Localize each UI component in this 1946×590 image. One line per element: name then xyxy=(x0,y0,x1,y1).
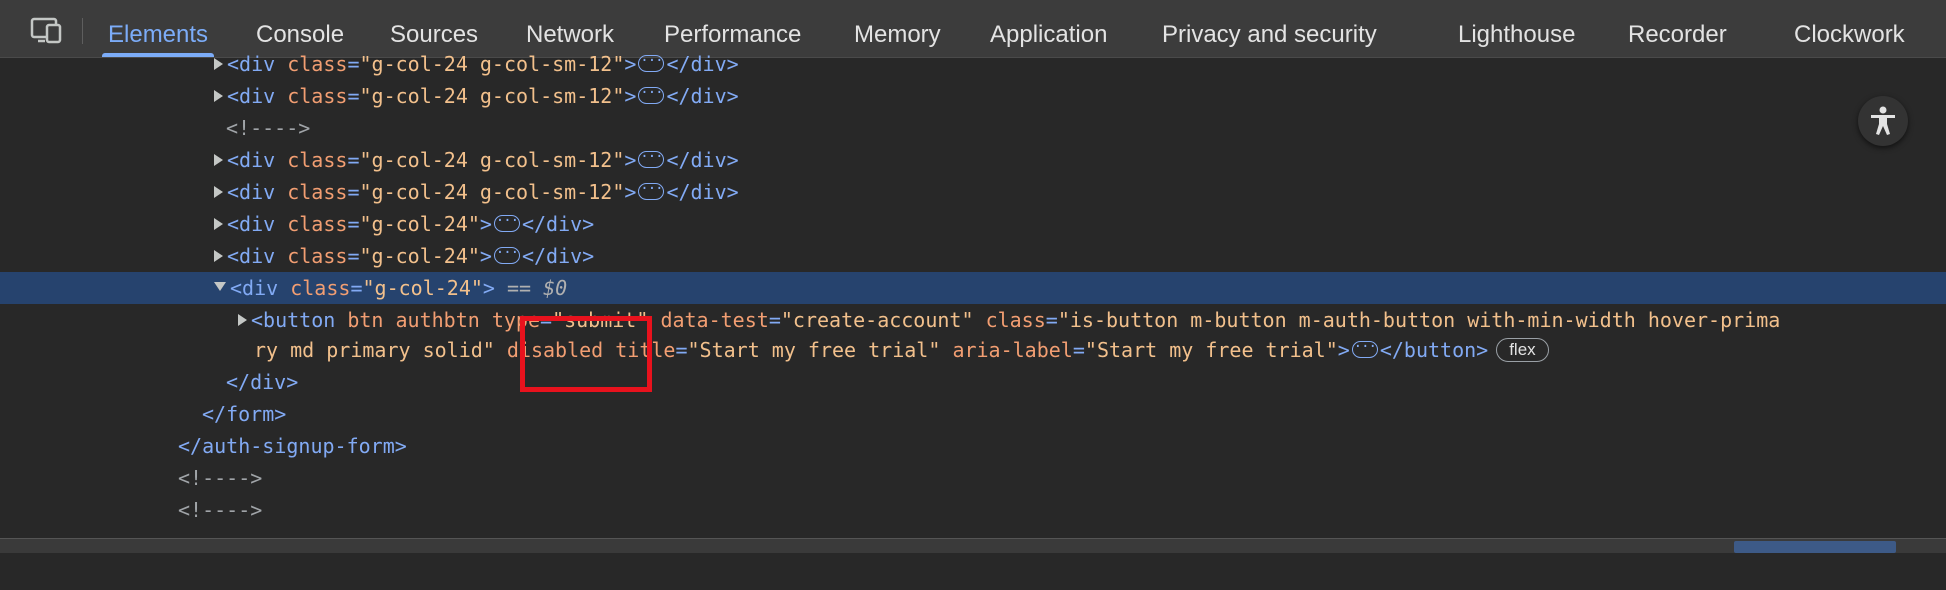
tree-node-row[interactable]: <div class="g-col-24 g-col-sm-12"> ··· </d… xyxy=(0,144,1946,176)
tag-name: <div xyxy=(227,52,276,76)
attribute-value: "g-col-24" xyxy=(359,212,480,236)
scrollbar-thumb[interactable] xyxy=(1734,541,1896,553)
selected-node-marker: == $0 xyxy=(507,276,568,300)
attribute-name: class xyxy=(985,308,1046,332)
closing-tag: </button> xyxy=(1379,338,1489,362)
tree-node-row[interactable]: <div class="g-col-24"> ··· </div> xyxy=(0,240,1946,272)
tag-name: <div xyxy=(230,276,279,300)
tree-comment-row[interactable]: <!----> xyxy=(0,494,1946,526)
tag-name: <button xyxy=(251,308,336,332)
closing-tag: </auth-signup-form> xyxy=(178,434,407,458)
comment-node: <!----> xyxy=(178,466,263,490)
attribute-value: "Start my free trial" xyxy=(687,338,941,362)
flex-badge[interactable]: flex xyxy=(1496,337,1549,362)
tree-node-row[interactable]: </div> xyxy=(0,366,1946,398)
expand-triangle-icon[interactable] xyxy=(214,185,223,198)
attribute-value: ry md primary solid" xyxy=(254,338,495,362)
expand-triangle-icon[interactable] xyxy=(214,89,223,102)
attribute-value: "g-col-24 g-col-sm-12" xyxy=(359,148,625,172)
tree-node-row[interactable]: <div class="g-col-24 g-col-sm-12"> ··· </d… xyxy=(0,80,1946,112)
collapsed-content-icon[interactable]: ··· xyxy=(1351,340,1378,358)
toolbar-divider xyxy=(82,18,83,44)
expand-triangle-icon[interactable] xyxy=(214,217,223,230)
attribute-name: data-test xyxy=(660,308,769,332)
closing-tag: </div> xyxy=(521,244,595,268)
comment-node: <!----> xyxy=(226,116,311,140)
collapsed-content-icon[interactable]: ··· xyxy=(493,214,520,232)
tree-node-row[interactable]: <div class="g-col-24 g-col-sm-12"> ··· </d… xyxy=(0,176,1946,208)
closing-tag: </div> xyxy=(666,148,739,172)
attribute-value: "create-account" xyxy=(780,308,974,332)
tree-node-row[interactable]: </auth-signup-form> xyxy=(0,430,1946,462)
inspect-icon[interactable] xyxy=(0,18,4,48)
attribute-name: class xyxy=(287,148,348,172)
horizontal-scrollbar[interactable] xyxy=(0,538,1946,553)
expand-triangle-icon[interactable] xyxy=(214,249,223,262)
closing-tag: </div> xyxy=(666,180,739,204)
collapsed-content-icon[interactable]: ··· xyxy=(638,54,665,72)
tree-node-row[interactable]: </form> xyxy=(0,398,1946,430)
attribute-value: "g-col-24" xyxy=(359,244,480,268)
elements-tree: <div class="g-col-24 g-col-sm-12"> ··· </d… xyxy=(0,52,1946,538)
attribute-name: class xyxy=(290,276,351,300)
expand-triangle-icon[interactable] xyxy=(238,313,247,326)
attribute-value: "Start my free trial" xyxy=(1084,338,1338,362)
attribute-name: class xyxy=(287,244,348,268)
attribute-value: "g-col-24 g-col-sm-12" xyxy=(359,180,625,204)
closing-tag: </div> xyxy=(666,52,739,76)
attribute-name: aria-label xyxy=(952,338,1073,362)
tree-node-row[interactable]: <div class="g-col-24 g-col-sm-12"> ··· </d… xyxy=(0,48,1946,80)
attribute-value: "g-col-24 g-col-sm-12" xyxy=(359,84,625,108)
tree-comment-row[interactable]: <!----> xyxy=(0,462,1946,494)
collapsed-content-icon[interactable]: ··· xyxy=(638,182,665,200)
device-toolbar-icon[interactable] xyxy=(30,16,64,48)
tree-node-row[interactable]: <div class="g-col-24"> ··· </div> xyxy=(0,208,1946,240)
attribute-value: "g-col-24 g-col-sm-12" xyxy=(359,52,625,76)
tree-comment-row[interactable]: <!----> xyxy=(0,112,1946,144)
attribute-name: class xyxy=(287,212,348,236)
collapsed-content-icon[interactable]: ··· xyxy=(638,150,665,168)
tree-node-row-selected[interactable]: <div class="g-col-24"> == $0 xyxy=(0,272,1946,304)
tag-name: <div xyxy=(227,244,276,268)
highlight-box xyxy=(520,316,652,392)
attribute-name: class xyxy=(287,84,348,108)
tag-name: <div xyxy=(227,212,276,236)
attribute-value: "g-col-24" xyxy=(362,276,483,300)
tag-name: <div xyxy=(227,180,276,204)
accessibility-icon[interactable] xyxy=(1858,96,1908,146)
expand-triangle-icon[interactable] xyxy=(214,57,223,70)
collapsed-content-icon[interactable]: ··· xyxy=(493,246,520,264)
tree-node-row-continuation[interactable]: ry md primary solid" disabled title="Sta… xyxy=(0,334,1946,366)
closing-tag: </div> xyxy=(226,370,299,394)
comment-node: <!----> xyxy=(178,498,263,522)
attribute-name: class xyxy=(287,52,348,76)
collapsed-content-icon[interactable]: ··· xyxy=(638,86,665,104)
tag-name: <div xyxy=(227,148,276,172)
closing-tag: </div> xyxy=(521,212,595,236)
tree-node-row[interactable]: <button btn authbtn type="submit" data-t… xyxy=(0,304,1946,336)
closing-tag: </div> xyxy=(666,84,739,108)
expand-triangle-icon[interactable] xyxy=(214,153,223,166)
tag-name: <div xyxy=(227,84,276,108)
attribute-name: btn authbtn xyxy=(347,308,480,332)
collapse-triangle-icon[interactable] xyxy=(214,282,226,291)
attribute-value: "is-button m-button m-auth-button with-m… xyxy=(1057,308,1781,332)
closing-tag: </form> xyxy=(202,402,287,426)
attribute-name: class xyxy=(287,180,348,204)
